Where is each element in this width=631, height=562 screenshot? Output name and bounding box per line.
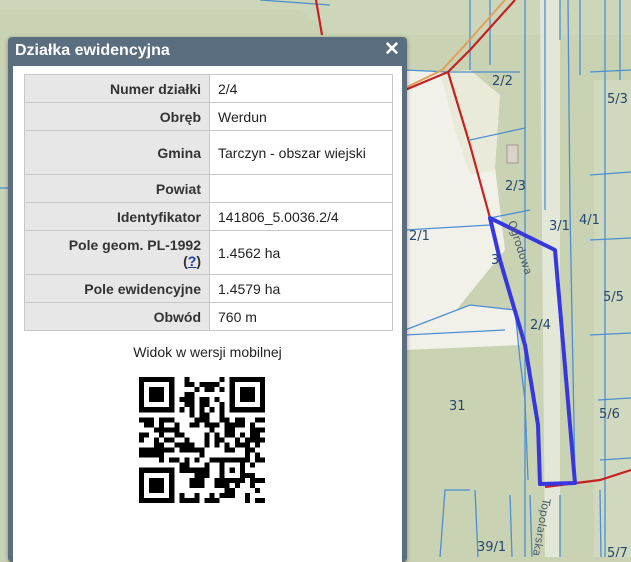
table-row: Pole ewidencyjne 1.4579 ha	[24, 274, 393, 303]
popup-title: Działka ewidencyjna	[15, 42, 170, 59]
table-row: Powiat	[24, 174, 393, 203]
popup-titlebar: Działka ewidencyjna ✕	[8, 37, 407, 66]
parcel-label: 3	[491, 253, 499, 268]
row-value-powiat	[209, 174, 393, 203]
pole-geom-help: (?)	[183, 252, 201, 269]
row-value-identyfikator: 141806_5.0036.2/4	[209, 202, 393, 231]
row-value-numer-dzialki: 2/4	[209, 74, 393, 103]
parcel-label: 4/1	[579, 213, 600, 228]
parcel-label: 2/1	[409, 229, 430, 244]
parcel-label: 5/5	[603, 290, 624, 305]
table-row: Obwód 760 m	[24, 302, 393, 331]
close-icon[interactable]: ✕	[383, 40, 401, 60]
row-label-pole-geom: Pole geom. PL-1992 (?)	[24, 230, 210, 275]
parcel-info-table: Numer działki 2/4 Obręb Werdun Gmina Tar…	[24, 74, 393, 331]
row-label-obreb: Obręb	[24, 102, 210, 131]
parcel-label: 5/6	[599, 407, 620, 422]
table-row: Numer działki 2/4	[24, 74, 393, 103]
table-row: Gmina Tarczyn - obszar wiejski	[24, 130, 393, 175]
help-link[interactable]: ?	[188, 253, 197, 269]
row-label-identyfikator: Identyfikator	[24, 202, 210, 231]
mobile-version-label: Widok w wersji mobilnej	[133, 344, 282, 360]
parcel-label: 5/7	[607, 546, 628, 557]
parcel-label: 31	[449, 399, 466, 414]
row-value-pole-geom: 1.4562 ha	[209, 230, 393, 275]
parcel-label: 3/1	[549, 219, 570, 234]
table-row: Pole geom. PL-1992 (?) 1.4562 ha	[24, 230, 393, 275]
qr-code-icon[interactable]	[139, 377, 265, 503]
parcel-label: 39/1	[477, 540, 506, 555]
popup-content: Numer działki 2/4 Obręb Werdun Gmina Tar…	[13, 66, 402, 562]
parcel-label: 2/2	[492, 74, 513, 89]
parcel-label: 2/4	[530, 318, 551, 333]
parcel-label: 5/3	[607, 92, 628, 107]
row-label-pole-ewidencyjne: Pole ewidencyjne	[24, 274, 210, 303]
row-value-obwod: 760 m	[209, 302, 393, 331]
pole-geom-label: Pole geom. PL-1992	[68, 236, 201, 253]
row-value-pole-ewidencyjne: 1.4579 ha	[209, 274, 393, 303]
row-label-obwod: Obwód	[24, 302, 210, 331]
row-label-gmina: Gmina	[24, 130, 210, 175]
table-row: Identyfikator 141806_5.0036.2/4	[24, 202, 393, 231]
table-row: Obręb Werdun	[24, 102, 393, 131]
row-label-powiat: Powiat	[24, 174, 210, 203]
row-label-numer-dzialki: Numer działki	[24, 74, 210, 103]
parcel-label: 2/3	[505, 179, 526, 194]
row-value-gmina: Tarczyn - obszar wiejski	[209, 130, 393, 175]
parcel-info-popup: Działka ewidencyjna ✕ Numer działki 2/4 …	[8, 37, 407, 562]
row-value-obreb: Werdun	[209, 102, 393, 131]
